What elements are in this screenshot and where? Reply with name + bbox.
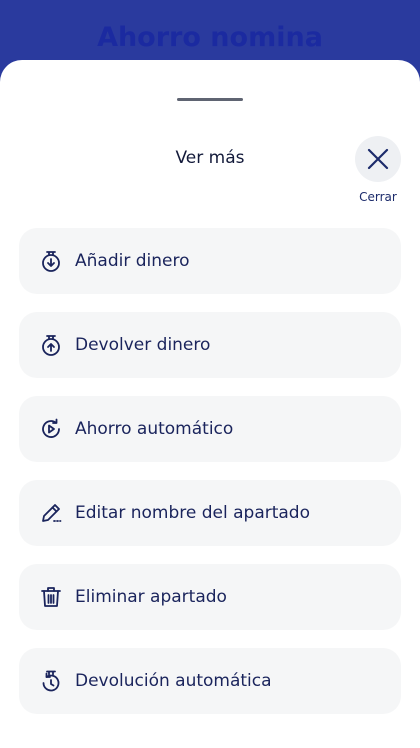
menu-item-return-money[interactable]: Devolver dinero xyxy=(19,312,401,378)
bottom-sheet: Ver más Cerrar Añadir dinero Devolver di… xyxy=(0,60,420,748)
close-control[interactable]: Cerrar xyxy=(352,136,404,204)
add-money-icon xyxy=(39,249,63,273)
menu-item-label: Devolución automática xyxy=(75,671,272,691)
return-money-icon xyxy=(39,333,63,357)
page-title: Ahorro nomina xyxy=(97,22,323,53)
menu-item-label: Devolver dinero xyxy=(75,335,211,355)
edit-pencil-icon xyxy=(39,501,63,525)
trash-icon xyxy=(39,585,63,609)
menu-item-edit-name[interactable]: Editar nombre del apartado xyxy=(19,480,401,546)
close-label: Cerrar xyxy=(359,190,397,204)
options-menu: Añadir dinero Devolver dinero Ahorro aut… xyxy=(19,228,401,732)
menu-item-add-money[interactable]: Añadir dinero xyxy=(19,228,401,294)
close-icon xyxy=(367,148,389,170)
menu-item-delete[interactable]: Eliminar apartado xyxy=(19,564,401,630)
menu-item-label: Eliminar apartado xyxy=(75,587,227,607)
close-button[interactable] xyxy=(355,136,401,182)
auto-return-icon xyxy=(39,669,63,693)
menu-item-auto-save[interactable]: Ahorro automático xyxy=(19,396,401,462)
menu-item-auto-return[interactable]: Devolución automática xyxy=(19,648,401,714)
auto-save-icon xyxy=(39,417,63,441)
menu-item-label: Añadir dinero xyxy=(75,251,190,271)
menu-item-label: Editar nombre del apartado xyxy=(75,503,311,523)
drag-handle[interactable] xyxy=(177,98,243,101)
menu-item-label: Ahorro automático xyxy=(75,419,234,439)
